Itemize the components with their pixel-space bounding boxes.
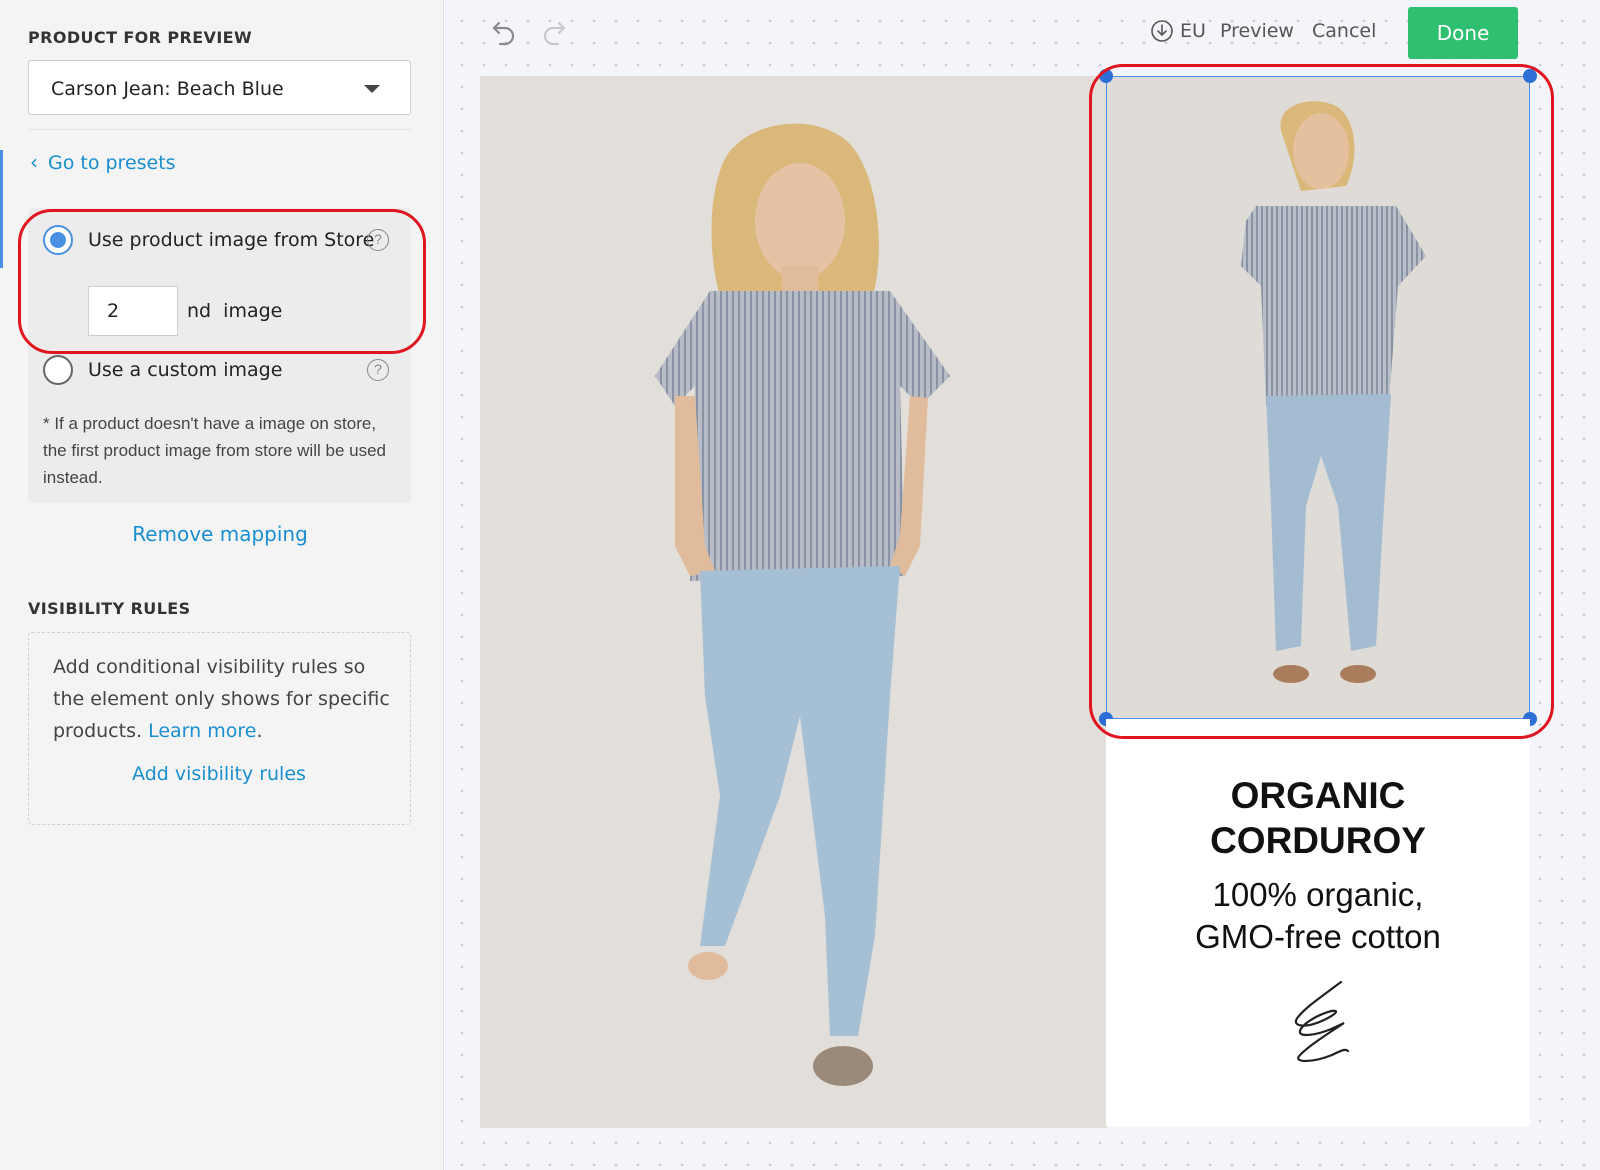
fallback-note: * If a product doesn't have a image on s… [43,414,386,487]
preview-button[interactable]: Preview [1220,20,1294,42]
panel-title-line1: ORGANIC [1230,775,1406,816]
help-icon[interactable]: ? [367,359,389,381]
product-text-panel[interactable]: ORGANIC CORDUROY 100% organic, GMO-free … [1106,719,1530,1126]
model-back-illustration [1241,101,1426,683]
learn-more-link[interactable]: Learn more [148,720,256,742]
panel-title-line2: CORDUROY [1210,820,1426,861]
go-to-presets-label: Go to presets [48,152,176,174]
visibility-description: Add conditional visibility rules so the … [53,651,398,747]
redo-icon[interactable] [540,18,568,48]
cancel-button[interactable]: Cancel [1312,20,1376,42]
product-image-element[interactable] [1106,76,1530,719]
model-front-illustration [655,123,950,1086]
custom-image-radio[interactable] [43,355,73,385]
region-button[interactable]: EU [1180,20,1206,42]
panel-title: ORGANIC CORDUROY [1106,773,1530,863]
resize-handle-top-right[interactable] [1523,69,1537,83]
panel-subtitle: 100% organic, GMO-free cotton [1106,874,1530,958]
chevron-left-icon: ‹ [30,150,38,174]
undo-icon[interactable] [490,18,518,48]
main-product-image[interactable] [480,76,1107,1128]
active-indicator [0,150,3,268]
image-index-suffix: nd image [187,300,283,322]
image-index-value: 2 [107,300,120,322]
chevron-down-icon [364,85,380,93]
store-image-label: Use product image from Store [88,229,375,251]
cursive-logo-icon [1294,980,1350,1063]
add-visibility-rules-link[interactable]: Add visibility rules [29,763,409,785]
panel-sub-line1: 100% organic, [1212,876,1424,913]
divider [28,129,411,130]
resize-handle-top-left[interactable] [1099,69,1113,83]
remove-mapping-link[interactable]: Remove mapping [0,522,440,546]
store-image-radio[interactable] [43,225,73,255]
product-select-value: Carson Jean: Beach Blue [51,78,284,100]
help-icon[interactable]: ? [367,229,389,251]
custom-image-label: Use a custom image [88,359,283,381]
visibility-rules-box: Add conditional visibility rules so the … [28,632,411,825]
sidebar: PRODUCT FOR PREVIEW Carson Jean: Beach B… [0,0,444,1170]
product-select[interactable]: Carson Jean: Beach Blue [28,60,411,115]
done-button[interactable]: Done [1408,7,1518,59]
go-to-presets-link[interactable]: ‹ Go to presets [30,150,176,174]
image-index-input[interactable]: 2 [88,286,178,336]
panel-sub-line2: GMO-free cotton [1195,918,1441,955]
visibility-section-title: VISIBILITY RULES [28,599,191,618]
download-icon[interactable] [1150,19,1174,43]
product-section-title: PRODUCT FOR PREVIEW [28,28,253,47]
learn-more-suffix: . [256,720,263,742]
